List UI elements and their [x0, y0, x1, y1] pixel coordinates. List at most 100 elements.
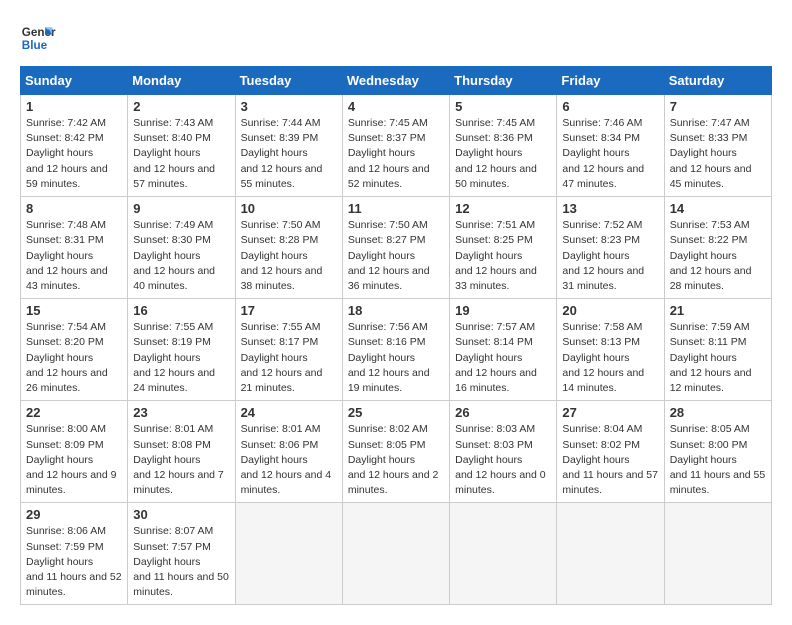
- calendar-cell: 25 Sunrise: 8:02 AMSunset: 8:05 PMDayligh…: [342, 401, 449, 503]
- day-info: Sunrise: 8:06 AMSunset: 7:59 PMDaylight …: [26, 524, 122, 600]
- calendar-cell: 29 Sunrise: 8:06 AMSunset: 7:59 PMDayligh…: [21, 503, 128, 605]
- calendar-cell: 17Sunrise: 7:55 AMSunset: 8:17 PMDayligh…: [235, 299, 342, 401]
- weekday-header-row: SundayMondayTuesdayWednesdayThursdayFrid…: [21, 67, 772, 95]
- calendar-cell: [235, 503, 342, 605]
- day-number: 15: [26, 303, 122, 318]
- day-info: Sunrise: 7:51 AMSunset: 8:25 PMDaylight …: [455, 218, 551, 294]
- calendar-cell: 22 Sunrise: 8:00 AMSunset: 8:09 PMDayligh…: [21, 401, 128, 503]
- day-info: Sunrise: 7:52 AMSunset: 8:23 PMDaylight …: [562, 218, 658, 294]
- calendar-cell: 24 Sunrise: 8:01 AMSunset: 8:06 PMDayligh…: [235, 401, 342, 503]
- day-info: Sunrise: 7:53 AMSunset: 8:22 PMDaylight …: [670, 218, 766, 294]
- day-info: Sunrise: 8:02 AMSunset: 8:05 PMDaylight …: [348, 422, 444, 498]
- calendar-cell: 4 Sunrise: 7:45 AMSunset: 8:37 PMDaylight…: [342, 95, 449, 197]
- logo: General Blue: [20, 20, 56, 56]
- calendar-cell: [664, 503, 771, 605]
- day-number: 27: [562, 405, 658, 420]
- day-number: 29: [26, 507, 122, 522]
- day-info: Sunrise: 7:55 AMSunset: 8:19 PMDaylight …: [133, 320, 229, 396]
- day-number: 8: [26, 201, 122, 216]
- calendar-cell: 18Sunrise: 7:56 AMSunset: 8:16 PMDayligh…: [342, 299, 449, 401]
- day-number: 11: [348, 201, 444, 216]
- calendar-cell: 20 Sunrise: 7:58 AMSunset: 8:13 PMDayligh…: [557, 299, 664, 401]
- calendar-table: SundayMondayTuesdayWednesdayThursdayFrid…: [20, 66, 772, 605]
- day-number: 5: [455, 99, 551, 114]
- calendar-week-5: 29 Sunrise: 8:06 AMSunset: 7:59 PMDayligh…: [21, 503, 772, 605]
- day-number: 25: [348, 405, 444, 420]
- header: General Blue: [20, 20, 772, 56]
- weekday-saturday: Saturday: [664, 67, 771, 95]
- day-number: 14: [670, 201, 766, 216]
- calendar-cell: 8 Sunrise: 7:48 AMSunset: 8:31 PMDaylight…: [21, 197, 128, 299]
- svg-text:Blue: Blue: [22, 39, 48, 52]
- calendar-cell: 12 Sunrise: 7:51 AMSunset: 8:25 PMDayligh…: [450, 197, 557, 299]
- calendar-cell: 10 Sunrise: 7:50 AMSunset: 8:28 PMDayligh…: [235, 197, 342, 299]
- day-number: 3: [241, 99, 337, 114]
- day-number: 30: [133, 507, 229, 522]
- weekday-thursday: Thursday: [450, 67, 557, 95]
- day-info: Sunrise: 8:00 AMSunset: 8:09 PMDaylight …: [26, 422, 122, 498]
- calendar-cell: 5Sunrise: 7:45 AMSunset: 8:36 PMDaylight…: [450, 95, 557, 197]
- calendar-cell: 21 Sunrise: 7:59 AMSunset: 8:11 PMDayligh…: [664, 299, 771, 401]
- day-info: Sunrise: 8:01 AMSunset: 8:08 PMDaylight …: [133, 422, 229, 498]
- calendar-cell: 19Sunrise: 7:57 AMSunset: 8:14 PMDayligh…: [450, 299, 557, 401]
- day-number: 7: [670, 99, 766, 114]
- day-number: 23: [133, 405, 229, 420]
- day-number: 13: [562, 201, 658, 216]
- logo-icon: General Blue: [20, 20, 56, 56]
- day-number: 21: [670, 303, 766, 318]
- weekday-wednesday: Wednesday: [342, 67, 449, 95]
- weekday-tuesday: Tuesday: [235, 67, 342, 95]
- day-info: Sunrise: 7:54 AMSunset: 8:20 PMDaylight …: [26, 320, 122, 396]
- calendar-cell: 23 Sunrise: 8:01 AMSunset: 8:08 PMDayligh…: [128, 401, 235, 503]
- calendar-cell: 6 Sunrise: 7:46 AMSunset: 8:34 PMDaylight…: [557, 95, 664, 197]
- calendar-cell: [557, 503, 664, 605]
- day-info: Sunrise: 7:43 AMSunset: 8:40 PMDaylight …: [133, 116, 229, 192]
- calendar-cell: 28Sunrise: 8:05 AMSunset: 8:00 PMDayligh…: [664, 401, 771, 503]
- day-info: Sunrise: 8:03 AMSunset: 8:03 PMDaylight …: [455, 422, 551, 498]
- day-info: Sunrise: 8:01 AMSunset: 8:06 PMDaylight …: [241, 422, 337, 498]
- weekday-friday: Friday: [557, 67, 664, 95]
- calendar-cell: 13 Sunrise: 7:52 AMSunset: 8:23 PMDayligh…: [557, 197, 664, 299]
- calendar-cell: 27Sunrise: 8:04 AMSunset: 8:02 PMDayligh…: [557, 401, 664, 503]
- day-number: 28: [670, 405, 766, 420]
- calendar-cell: [342, 503, 449, 605]
- day-info: Sunrise: 7:46 AMSunset: 8:34 PMDaylight …: [562, 116, 658, 192]
- calendar-week-2: 8 Sunrise: 7:48 AMSunset: 8:31 PMDaylight…: [21, 197, 772, 299]
- calendar-week-4: 22 Sunrise: 8:00 AMSunset: 8:09 PMDayligh…: [21, 401, 772, 503]
- day-number: 26: [455, 405, 551, 420]
- calendar-cell: 11 Sunrise: 7:50 AMSunset: 8:27 PMDayligh…: [342, 197, 449, 299]
- day-number: 4: [348, 99, 444, 114]
- day-number: 6: [562, 99, 658, 114]
- day-info: Sunrise: 8:07 AMSunset: 7:57 PMDaylight …: [133, 524, 229, 600]
- day-number: 9: [133, 201, 229, 216]
- day-info: Sunrise: 7:47 AMSunset: 8:33 PMDaylight …: [670, 116, 766, 192]
- day-number: 2: [133, 99, 229, 114]
- day-number: 18: [348, 303, 444, 318]
- day-number: 22: [26, 405, 122, 420]
- day-info: Sunrise: 7:45 AMSunset: 8:37 PMDaylight …: [348, 116, 444, 192]
- weekday-sunday: Sunday: [21, 67, 128, 95]
- day-info: Sunrise: 7:50 AMSunset: 8:28 PMDaylight …: [241, 218, 337, 294]
- day-info: Sunrise: 7:57 AMSunset: 8:14 PMDaylight …: [455, 320, 551, 396]
- day-info: Sunrise: 7:42 AMSunset: 8:42 PMDaylight …: [26, 116, 122, 192]
- calendar-cell: 30 Sunrise: 8:07 AMSunset: 7:57 PMDayligh…: [128, 503, 235, 605]
- day-number: 1: [26, 99, 122, 114]
- day-info: Sunrise: 7:44 AMSunset: 8:39 PMDaylight …: [241, 116, 337, 192]
- day-info: Sunrise: 7:49 AMSunset: 8:30 PMDaylight …: [133, 218, 229, 294]
- calendar-body: 1 Sunrise: 7:42 AMSunset: 8:42 PMDaylight…: [21, 95, 772, 605]
- day-number: 24: [241, 405, 337, 420]
- day-number: 12: [455, 201, 551, 216]
- calendar-cell: 1 Sunrise: 7:42 AMSunset: 8:42 PMDaylight…: [21, 95, 128, 197]
- calendar-cell: 26 Sunrise: 8:03 AMSunset: 8:03 PMDayligh…: [450, 401, 557, 503]
- day-info: Sunrise: 7:48 AMSunset: 8:31 PMDaylight …: [26, 218, 122, 294]
- day-info: Sunrise: 7:50 AMSunset: 8:27 PMDaylight …: [348, 218, 444, 294]
- calendar-cell: 16Sunrise: 7:55 AMSunset: 8:19 PMDayligh…: [128, 299, 235, 401]
- day-number: 10: [241, 201, 337, 216]
- calendar-cell: 15 Sunrise: 7:54 AMSunset: 8:20 PMDayligh…: [21, 299, 128, 401]
- weekday-monday: Monday: [128, 67, 235, 95]
- day-number: 20: [562, 303, 658, 318]
- day-info: Sunrise: 7:55 AMSunset: 8:17 PMDaylight …: [241, 320, 337, 396]
- day-info: Sunrise: 7:58 AMSunset: 8:13 PMDaylight …: [562, 320, 658, 396]
- calendar-cell: 2 Sunrise: 7:43 AMSunset: 8:40 PMDaylight…: [128, 95, 235, 197]
- day-info: Sunrise: 7:59 AMSunset: 8:11 PMDaylight …: [670, 320, 766, 396]
